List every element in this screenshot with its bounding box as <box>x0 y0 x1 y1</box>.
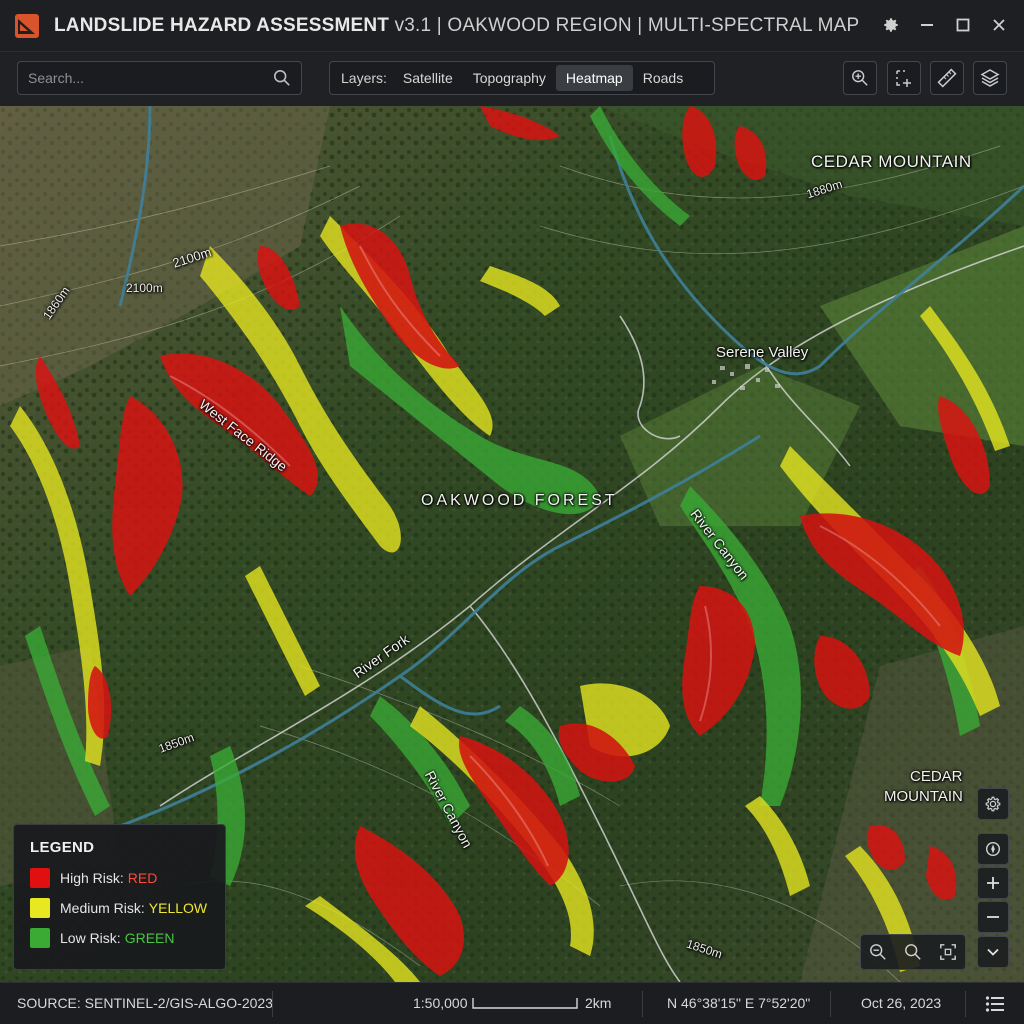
layer-switcher: Layers: Satellite Topography Heatmap Roa… <box>329 61 715 95</box>
minimize-icon <box>921 24 933 26</box>
legend-value-high: RED <box>127 870 158 886</box>
select-area-icon <box>896 70 911 87</box>
landslide-logo-icon <box>15 13 39 38</box>
search-map-icon[interactable] <box>904 943 922 961</box>
contour-label-2100-b: 2100m <box>126 281 163 295</box>
status-divider <box>642 991 643 1017</box>
ruler-icon <box>937 68 957 88</box>
plus-icon <box>987 877 999 889</box>
legend-title: LEGEND <box>30 839 95 856</box>
status-divider <box>272 991 273 1017</box>
title-sub: v3.1 | OAKWOOD REGION | MULTI-SPECTRAL M… <box>394 14 860 36</box>
maximize-icon <box>956 18 970 32</box>
legend-item-low: Low Risk: GREEN <box>30 928 209 948</box>
legend-item-medium: Medium Risk: YELLOW <box>30 898 209 918</box>
status-scale-ratio: 1:50,000 <box>413 995 468 1011</box>
search-box <box>17 61 302 95</box>
label-cedar-mountain-south-1: CEDAR <box>910 768 963 785</box>
menu-list-icon[interactable] <box>985 995 1005 1013</box>
minus-icon <box>987 916 999 918</box>
legend-swatch-medium <box>30 898 50 918</box>
close-button[interactable] <box>984 10 1014 40</box>
scale-bar <box>472 998 578 1009</box>
minimize-button[interactable] <box>912 10 942 40</box>
tab-heatmap[interactable]: Heatmap <box>555 65 633 91</box>
label-oakwood-forest: OAKWOOD FOREST <box>421 492 618 509</box>
gear-icon <box>985 796 1001 812</box>
status-bar: SOURCE: SENTINEL-2/GIS-ALGO-2023 1:50,00… <box>0 982 1024 1024</box>
zoom-out-icon[interactable] <box>869 943 887 961</box>
tab-roads[interactable]: Roads <box>633 65 693 91</box>
status-scale-distance: 2km <box>585 995 612 1011</box>
legend-swatch-high <box>30 868 50 888</box>
zoom-plus-button[interactable] <box>977 867 1009 899</box>
legend-item-high: High Risk: RED <box>30 868 209 888</box>
title-main: LANDSLIDE HAZARD ASSESSMENT <box>54 14 390 36</box>
layers-label: Layers: <box>341 70 387 86</box>
select-area-button[interactable] <box>887 61 921 95</box>
status-divider <box>830 991 831 1017</box>
legend-label-medium: Medium Risk: <box>60 900 145 916</box>
gear-icon <box>884 18 898 32</box>
legend-swatch-low <box>30 928 50 948</box>
tab-satellite[interactable]: Satellite <box>393 65 463 91</box>
close-icon <box>993 19 1005 31</box>
window-title: LANDSLIDE HAZARD ASSESSMENT v3.1 | OAKWO… <box>54 15 859 37</box>
status-divider <box>965 991 966 1017</box>
maximize-button[interactable] <box>948 10 978 40</box>
search-icon[interactable] <box>273 69 291 87</box>
legend-value-medium: YELLOW <box>148 900 208 916</box>
legend-label-high: High Risk: <box>60 870 124 886</box>
label-cedar-mountain-south-2: MOUNTAIN <box>884 788 963 805</box>
map-settings-button[interactable] <box>977 788 1009 820</box>
fit-extent-icon[interactable] <box>939 943 957 961</box>
chevron-down-icon <box>987 948 999 956</box>
legend-panel: LEGEND High Risk: RED Medium Risk: YELLO… <box>13 824 226 970</box>
legend-label-low: Low Risk: <box>60 930 121 946</box>
settings-button[interactable] <box>876 10 906 40</box>
compass-reset-icon <box>985 841 1001 857</box>
legend-value-low: GREEN <box>124 930 175 946</box>
status-coordinates: N 46°38'15" E 7°52'20" <box>667 995 811 1011</box>
title-bar: LANDSLIDE HAZARD ASSESSMENT v3.1 | OAKWO… <box>0 0 1024 52</box>
zoom-in-icon <box>852 70 868 86</box>
tab-topography[interactable]: Topography <box>463 65 556 91</box>
layers-button[interactable] <box>973 61 1007 95</box>
status-date: Oct 26, 2023 <box>861 995 942 1011</box>
layers-stack-icon <box>980 69 1000 87</box>
zoom-minus-button[interactable] <box>977 901 1009 933</box>
measure-button[interactable] <box>930 61 964 95</box>
zoom-in-tool-button[interactable] <box>843 61 877 95</box>
search-input[interactable] <box>18 62 258 94</box>
reset-view-button[interactable] <box>977 833 1009 865</box>
label-cedar-mountain: CEDAR MOUNTAIN <box>811 152 972 171</box>
label-serene-valley: Serene Valley <box>716 344 809 361</box>
status-source: SOURCE: SENTINEL-2/GIS-ALGO-2023 <box>17 995 273 1011</box>
expand-controls-button[interactable] <box>977 936 1009 968</box>
zoom-toolbar <box>860 934 966 970</box>
toolbar: Layers: Satellite Topography Heatmap Roa… <box>0 52 1024 106</box>
